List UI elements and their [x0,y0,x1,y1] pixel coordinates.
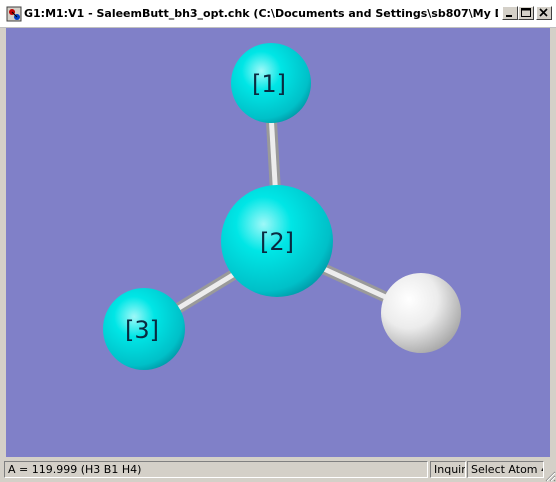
resize-grip-icon[interactable] [544,470,556,482]
mode-status: Inquire [430,461,466,478]
maximize-icon [521,8,531,17]
atom-1-label: [1] [252,70,286,98]
close-icon [539,8,548,17]
atom-1[interactable]: [1] [231,43,311,123]
status-bar: A = 119.999 (H3 B1 H4) Inquire Select At… [0,459,556,482]
atom-3[interactable]: [3] [103,288,185,370]
maximize-button[interactable] [518,6,534,20]
molecule-canvas[interactable]: [1] [3] [2] [6,28,550,457]
title-bar[interactable]: G1:M1:V1 - SaleemButt_bh3_opt.chk (C:\Do… [0,0,556,28]
molecule-viewport[interactable]: [1] [3] [2] [6,28,550,457]
atom-2-label: [2] [260,228,294,256]
atom-4[interactable] [381,273,461,353]
window-title: G1:M1:V1 - SaleemButt_bh3_opt.chk (C:\Do… [24,7,498,20]
atom-3-label: [3] [125,316,159,344]
gaussview-window: G1:M1:V1 - SaleemButt_bh3_opt.chk (C:\Do… [0,0,556,482]
action-status: Select Atom 4 [467,461,544,478]
atom-2[interactable]: [2] [221,185,333,297]
minimize-icon [506,15,512,17]
app-icon[interactable] [6,6,22,22]
close-button[interactable] [536,6,552,20]
minimize-button[interactable] [502,6,518,20]
measurement-readout: A = 119.999 (H3 B1 H4) [4,461,428,478]
